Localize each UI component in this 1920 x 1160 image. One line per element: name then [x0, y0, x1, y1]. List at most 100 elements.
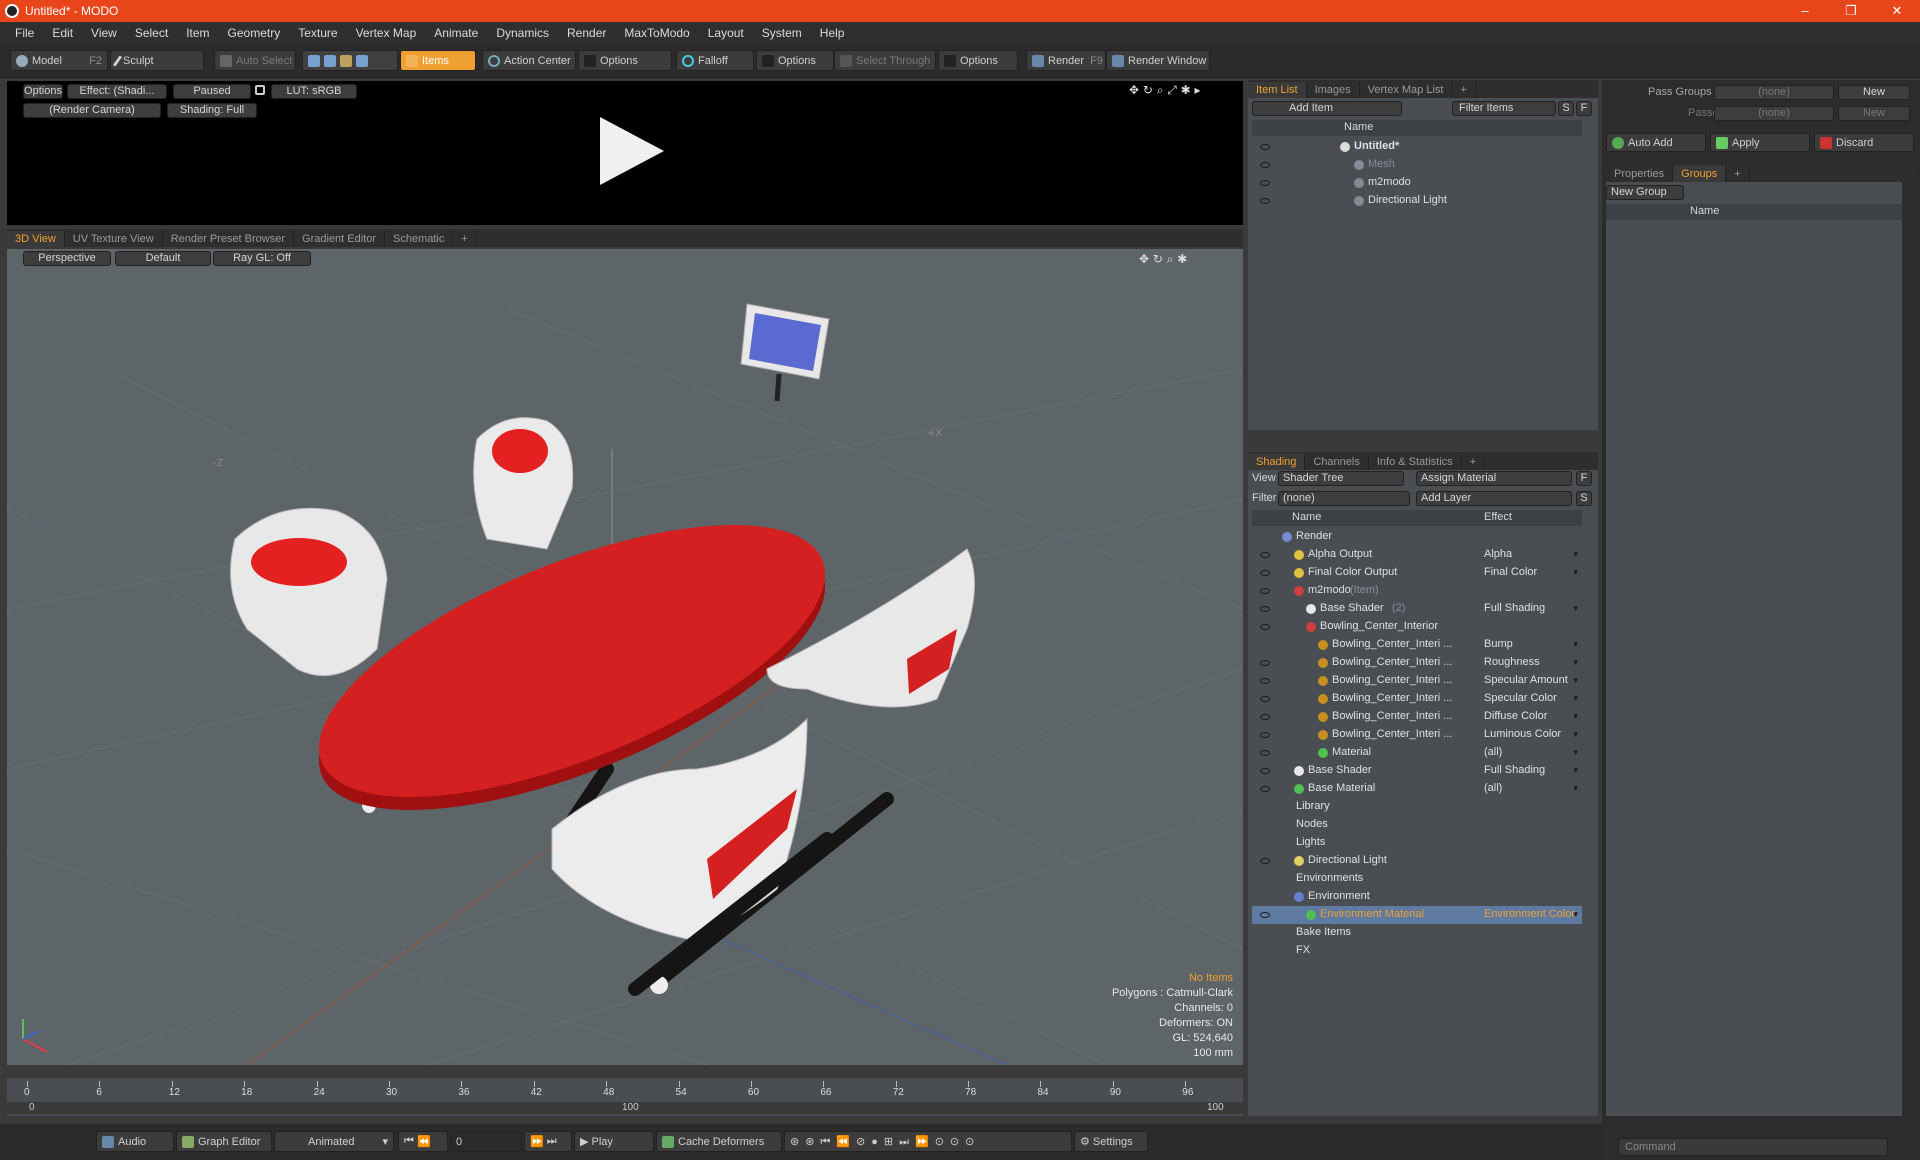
shader-effect[interactable]: Full Shading	[1484, 602, 1545, 614]
tab-images[interactable]: Images	[1307, 82, 1360, 98]
menu-item[interactable]: Item	[177, 26, 218, 40]
chevron-down-icon[interactable]: ▾	[1573, 639, 1578, 650]
materials-icon[interactable]	[356, 54, 368, 67]
shader-row[interactable]: Final Color Output Final Color ▾	[1252, 564, 1582, 582]
chevron-down-icon[interactable]: ▾	[1573, 567, 1578, 578]
select-through-options[interactable]: Options	[938, 50, 1018, 71]
menu-maxtomodo[interactable]: MaxToModo	[615, 26, 698, 40]
eye-icon[interactable]	[1260, 162, 1270, 168]
menu-render[interactable]: Render	[558, 26, 615, 40]
settings-button[interactable]: ⚙ Settings	[1074, 1131, 1148, 1152]
menu-view[interactable]: View	[82, 26, 126, 40]
eye-icon[interactable]	[1260, 732, 1270, 738]
tab-[interactable]: +	[453, 231, 477, 247]
key-tools[interactable]: ⊛⊛⏮⏪⊘●⊞⏭⏩⊙⊙⊙	[784, 1131, 1072, 1152]
chevron-down-icon[interactable]: ▾	[1573, 783, 1578, 794]
shader-row[interactable]: Bowling_Center_Interi ... Bump ▾	[1252, 636, 1582, 654]
tab-[interactable]: +	[1452, 82, 1476, 98]
menu-edit[interactable]: Edit	[43, 26, 82, 40]
tab-3d-view[interactable]: 3D View	[7, 231, 65, 247]
chevron-down-icon[interactable]: ▾	[1573, 711, 1578, 722]
minimize-button[interactable]: –	[1782, 3, 1828, 19]
chevron-down-icon[interactable]: ▾	[1573, 675, 1578, 686]
pass-groups-dropdown[interactable]: (none)	[1714, 85, 1834, 100]
passes-dropdown[interactable]: (none)	[1714, 106, 1834, 121]
lock-icon[interactable]	[255, 85, 265, 95]
item-list-row[interactable]: Mesh	[1252, 156, 1582, 174]
shader-effect[interactable]: Specular Color	[1484, 692, 1557, 704]
chevron-down-icon[interactable]: ▾	[1573, 603, 1578, 614]
effect-dropdown[interactable]: Effect: (Shadi...	[67, 84, 167, 99]
shader-effect[interactable]: Alpha	[1484, 548, 1512, 560]
item-list-row[interactable]: m2modo	[1252, 174, 1582, 192]
falloff-options[interactable]: Options	[756, 50, 834, 71]
shader-row[interactable]: Base Shader (2) Full Shading ▾	[1252, 600, 1582, 618]
eye-icon[interactable]	[1260, 552, 1270, 558]
shader-effect[interactable]: Full Shading	[1484, 764, 1545, 776]
edges-icon[interactable]	[324, 54, 336, 67]
new-pass-button[interactable]: New	[1838, 106, 1910, 121]
chevron-down-icon[interactable]: ▾	[1573, 765, 1578, 776]
timeline-ruler[interactable]: 0 6 12 18 24 30 36 42 48 54 60 66 72 78 84 90 96	[24, 1079, 1227, 1099]
tab-schematic[interactable]: Schematic	[385, 231, 454, 247]
eye-icon[interactable]	[1260, 588, 1270, 594]
chevron-down-icon[interactable]: ▾	[1573, 729, 1578, 740]
shader-effect[interactable]: Specular Amount	[1484, 674, 1568, 686]
next-frame-icon[interactable]: ⏩	[530, 1135, 544, 1148]
eye-icon[interactable]	[1260, 198, 1270, 204]
eye-icon[interactable]	[1260, 696, 1270, 702]
component-mode-buttons[interactable]	[302, 50, 398, 71]
shader-row[interactable]: Bowling_Center_Interi ... Luminous Color ▾	[1252, 726, 1582, 744]
tab-channels[interactable]: Channels	[1305, 454, 1369, 470]
menu-help[interactable]: Help	[811, 26, 854, 40]
chevron-down-icon[interactable]: ▾	[1573, 657, 1578, 668]
item-list-row[interactable]: Untitled*	[1252, 138, 1582, 156]
menu-vertex-map[interactable]: Vertex Map	[347, 26, 426, 40]
keyframe-tool-icons[interactable]: ⊛⊛⏮⏪⊘●⊞⏭⏩⊙⊙⊙	[790, 1135, 980, 1149]
chevron-down-icon[interactable]: ▾	[1573, 549, 1578, 560]
shader-effect[interactable]: Diffuse Color	[1484, 710, 1547, 722]
filter-items-input[interactable]: Filter Items	[1452, 101, 1556, 116]
timeline-range-bar[interactable]: 0 100 100	[7, 1102, 1243, 1114]
prev-frame-icon[interactable]: ⏪	[417, 1135, 431, 1148]
apply-button[interactable]: Apply	[1710, 133, 1810, 152]
shader-row[interactable]: Lights	[1252, 834, 1582, 852]
eye-icon[interactable]	[1260, 750, 1270, 756]
step-forward-buttons[interactable]: ⏩ ⏭	[524, 1131, 572, 1152]
tab-gradient-editor[interactable]: Gradient Editor	[294, 231, 385, 247]
menu-geometry[interactable]: Geometry	[219, 26, 290, 40]
shader-row[interactable]: Library	[1252, 798, 1582, 816]
eye-icon[interactable]	[1260, 858, 1270, 864]
shader-row[interactable]: Bowling_Center_Interi ... Diffuse Color ▾	[1252, 708, 1582, 726]
add-layer-dropdown[interactable]: Add Layer	[1416, 491, 1572, 506]
eye-icon[interactable]	[1260, 768, 1270, 774]
vertices-icon[interactable]	[308, 54, 320, 67]
action-center-button[interactable]: Action Center	[482, 50, 576, 71]
tab-info-statistics[interactable]: Info & Statistics	[1369, 454, 1462, 470]
view-dropdown[interactable]: Shader Tree	[1278, 471, 1404, 486]
timeline[interactable]: 0 6 12 18 24 30 36 42 48 54 60 66 72 78 84 90 96 0 100 1…	[7, 1078, 1243, 1116]
graph-editor-button[interactable]: Graph Editor	[176, 1131, 272, 1152]
shader-effect[interactable]: (all)	[1484, 746, 1502, 758]
tab-uv-texture-view[interactable]: UV Texture View	[65, 231, 163, 247]
items-mode-button[interactable]: Items	[400, 50, 476, 71]
audio-button[interactable]: Audio	[96, 1131, 174, 1152]
shader-row[interactable]: Bowling_Center_Interi ... Roughness ▾	[1252, 654, 1582, 672]
tab-render-preset-browser[interactable]: Render Preset Browser	[163, 231, 295, 247]
shader-row[interactable]: Bowling_Center_Interi ... Specular Color ▾	[1252, 690, 1582, 708]
menu-system[interactable]: System	[753, 26, 811, 40]
animated-dropdown[interactable]: Animated ▾	[274, 1131, 394, 1152]
item-list-row[interactable]: Directional Light	[1252, 192, 1582, 210]
tab-item-list[interactable]: Item List	[1248, 82, 1307, 98]
render-button[interactable]: Render F9	[1026, 50, 1106, 71]
tab-groups[interactable]: Groups	[1673, 166, 1727, 182]
menu-animate[interactable]: Animate	[425, 26, 487, 40]
tab-properties[interactable]: Properties	[1606, 166, 1674, 182]
s-button[interactable]: S	[1558, 101, 1574, 116]
play-button[interactable]: ▶ Play	[574, 1131, 654, 1152]
shader-row[interactable]: FX	[1252, 942, 1582, 960]
shader-row[interactable]: Render	[1252, 528, 1582, 546]
shader-row[interactable]: Bowling_Center_Interior	[1252, 618, 1582, 636]
f-button[interactable]: F	[1576, 101, 1592, 116]
shader-effect[interactable]: Environment Color	[1484, 908, 1575, 920]
